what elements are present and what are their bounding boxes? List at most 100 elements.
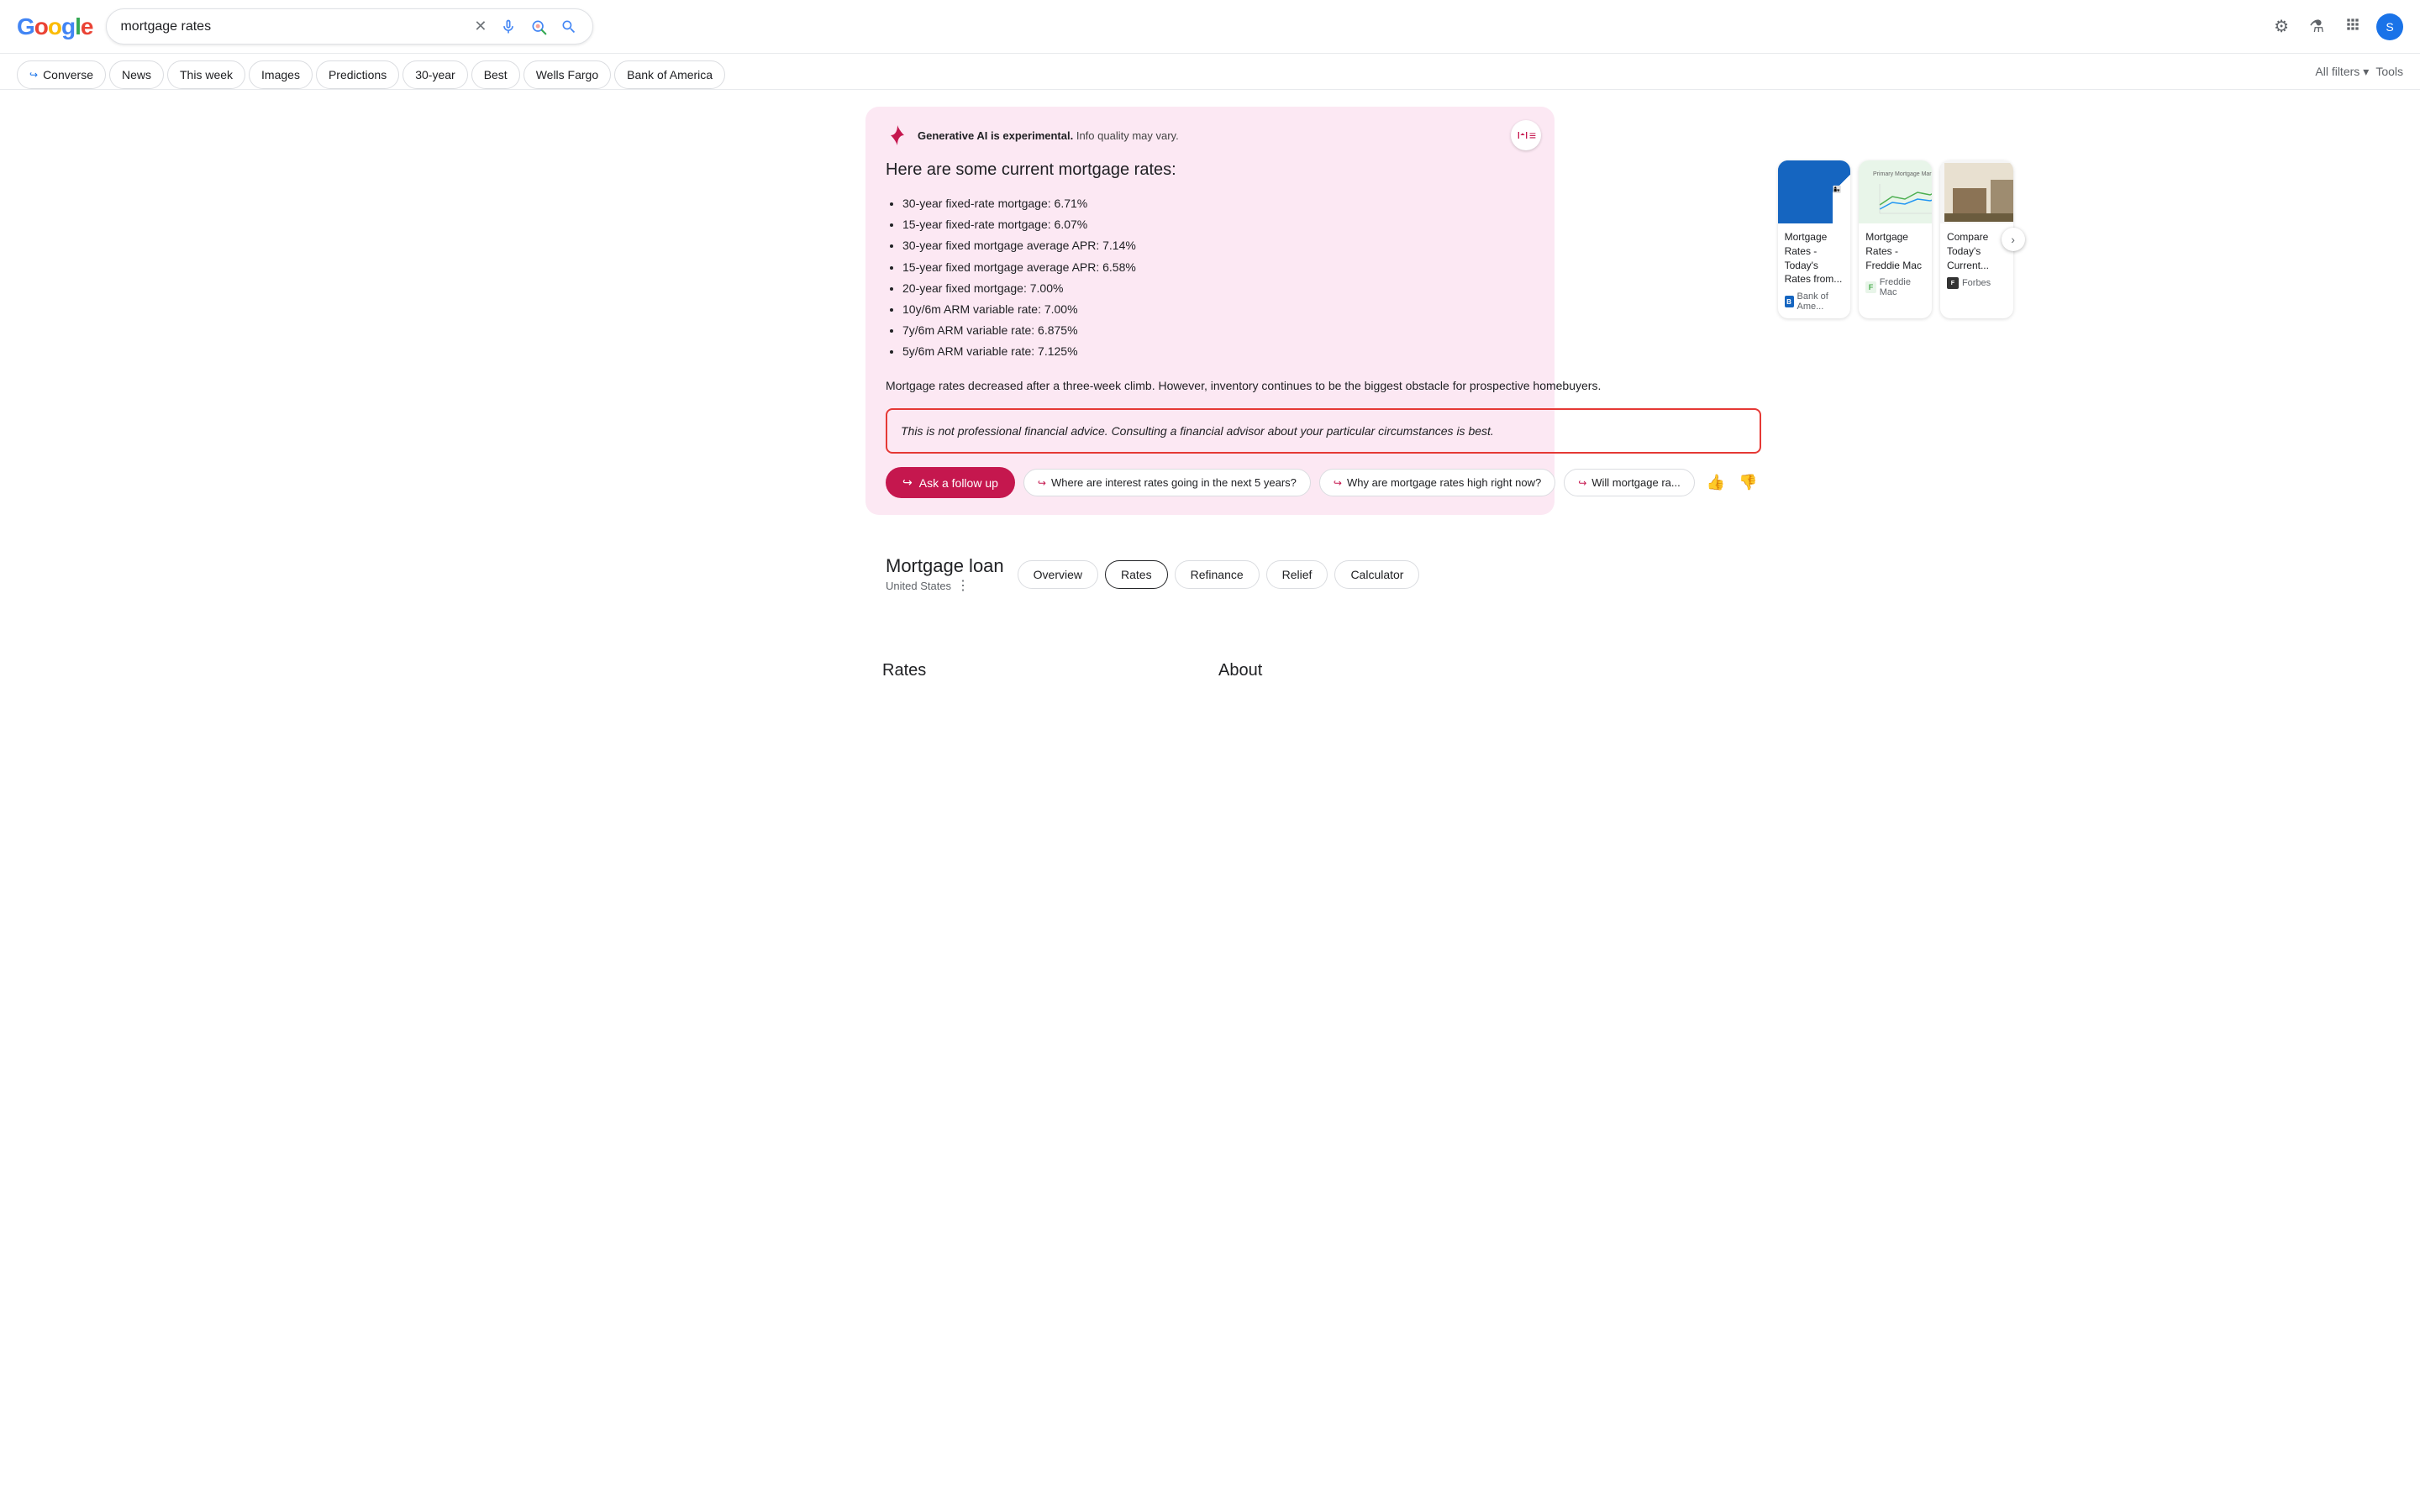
list-item: 15-year fixed mortgage average APR: 6.58… <box>902 257 1761 278</box>
bank-thumbnail-icon: 👩‍👧 <box>1807 173 1851 211</box>
follow-up-arrow-icon: ↪ <box>902 475 913 490</box>
mortgage-tabs: Overview Rates Refinance Relief Calculat… <box>1018 560 1420 589</box>
tab-calculator[interactable]: Calculator <box>1334 560 1419 589</box>
source-cards: 👩‍👧 Mortgage Rates - Today's Rates from.… <box>1778 160 2013 318</box>
feedback-buttons: 👍 👎 <box>1703 470 1761 495</box>
ai-summary-text: Mortgage rates decreased after a three-w… <box>886 376 1761 395</box>
thumbs-down-button[interactable]: 👎 <box>1735 470 1760 495</box>
tab-overview[interactable]: Overview <box>1018 560 1098 589</box>
header-right: ⚙ ⚗ S <box>2269 11 2403 43</box>
source-card-body-1: Mortgage Rates - Today's Rates from... B… <box>1778 223 1851 318</box>
tab-news[interactable]: News <box>109 60 164 89</box>
source-card-meta-3: F Forbes <box>1947 277 2007 289</box>
apps-button[interactable] <box>2339 11 2366 43</box>
suggestion-arrow-icon-3: ↪ <box>1578 477 1586 489</box>
tab-rates[interactable]: Rates <box>1105 560 1168 589</box>
tab-30-year[interactable]: 30-year <box>402 60 467 89</box>
ai-expand-button[interactable]: ≡ <box>1511 120 1541 150</box>
source-cards-row: 👩‍👧 Mortgage Rates - Today's Rates from.… <box>1778 160 2013 318</box>
source-cards-next-button[interactable]: › <box>2002 228 2025 251</box>
ai-body: Here are some current mortgage rates: 30… <box>886 160 1534 498</box>
about-section-title: About <box>1218 661 1538 680</box>
ai-financial-disclaimer: This is not professional financial advic… <box>886 408 1761 454</box>
google-logo[interactable]: Google <box>17 13 92 40</box>
clear-button[interactable]: ✕ <box>472 16 488 37</box>
tab-bank-of-america[interactable]: Bank of America <box>614 60 725 89</box>
list-item: 15-year fixed-rate mortgage: 6.07% <box>902 214 1761 235</box>
mortgage-title: Mortgage loan <box>886 555 1004 577</box>
tab-images[interactable]: Images <box>249 60 313 89</box>
labs-button[interactable]: ⚗ <box>2304 11 2329 42</box>
source-card-body-2: Mortgage Rates - Freddie Mac F Freddie M… <box>1859 223 1932 304</box>
list-item: 5y/6m ARM variable rate: 7.125% <box>902 341 1761 362</box>
forbes-favicon: F <box>1947 277 1959 289</box>
rates-bottom-section: Rates <box>882 648 1202 697</box>
lens-icon <box>530 18 547 35</box>
tab-filters: All filters ▾ Tools <box>2315 65 2403 86</box>
ai-disclaimer-note: Generative AI is experimental. Info qual… <box>918 129 1179 142</box>
source-card-freddie-mac[interactable]: Primary Mortgage Market Survey® Mortgage… <box>1859 160 1932 318</box>
source-card-meta-2: F Freddie Mac <box>1865 277 1925 297</box>
source-card-title-3: Compare Today's Current... <box>1947 230 2007 272</box>
lens-button[interactable] <box>529 17 549 37</box>
ai-title: Here are some current mortgage rates: <box>886 160 1761 180</box>
header: Google ✕ <box>0 0 2420 54</box>
mortgage-more-options-button[interactable]: ⋮ <box>956 577 970 594</box>
tab-wells-fargo[interactable]: Wells Fargo <box>523 60 611 89</box>
search-submit-button[interactable] <box>559 17 579 37</box>
forbes-thumbnail-svg <box>1944 163 2013 222</box>
mortgage-section: Mortgage loan United States ⋮ Overview R… <box>865 535 1555 631</box>
ai-panel: Generative AI is experimental. Info qual… <box>865 107 1555 515</box>
mortgage-header: Mortgage loan United States ⋮ Overview R… <box>886 555 1534 594</box>
suggestion-pill-1[interactable]: ↪ Where are interest rates going in the … <box>1023 469 1311 496</box>
freddie-favicon: F <box>1865 281 1876 293</box>
ai-rates-list: 30-year fixed-rate mortgage: 6.71% 15-ye… <box>886 193 1761 363</box>
tab-best[interactable]: Best <box>471 60 520 89</box>
ai-header: Generative AI is experimental. Info qual… <box>886 123 1534 147</box>
tab-refinance[interactable]: Refinance <box>1175 560 1260 589</box>
all-filters-button[interactable]: All filters ▾ <box>2315 65 2369 79</box>
source-card-thumbnail-3 <box>1940 160 2013 223</box>
about-section: About <box>1218 648 1538 697</box>
apps-icon <box>2344 16 2361 33</box>
mic-button[interactable] <box>498 17 518 37</box>
ai-logo-icon <box>886 123 909 147</box>
search-input[interactable] <box>120 19 464 34</box>
bank-favicon: B <box>1785 296 1794 307</box>
chevron-down-icon: ▾ <box>2363 65 2369 79</box>
thumbs-up-button[interactable]: 👍 <box>1703 470 1728 495</box>
avatar[interactable]: S <box>2376 13 2403 40</box>
mortgage-title-group: Mortgage loan United States ⋮ <box>886 555 1004 594</box>
tools-button[interactable]: Tools <box>2375 65 2403 78</box>
converse-arrow-icon: ↪ <box>29 69 38 81</box>
list-item: 20-year fixed mortgage: 7.00% <box>902 278 1761 299</box>
tab-relief[interactable]: Relief <box>1266 560 1328 589</box>
ask-follow-up-button[interactable]: ↪ Ask a follow up <box>886 467 1015 498</box>
list-item: 30-year fixed-rate mortgage: 6.71% <box>902 193 1761 214</box>
source-card-meta-1: B Bank of Ame... <box>1785 291 1844 312</box>
search-bar-container: ✕ <box>106 8 593 45</box>
source-card-title-2: Mortgage Rates - Freddie Mac <box>1865 230 1925 272</box>
expand-icon <box>1516 129 1529 142</box>
follow-up-section: ↪ Ask a follow up ↪ Where are interest r… <box>886 467 1761 498</box>
source-card-thumbnail-1: 👩‍👧 <box>1778 160 1851 223</box>
suggestion-pill-3[interactable]: ↪ Will mortgage ra... <box>1564 469 1695 496</box>
freddie-chart-icon: Primary Mortgage Market Survey® <box>1871 167 1932 218</box>
mortgage-subtitle: United States ⋮ <box>886 577 1004 594</box>
settings-button[interactable]: ⚙ <box>2269 11 2294 42</box>
suggestion-arrow-icon-2: ↪ <box>1334 477 1342 489</box>
tab-converse[interactable]: ↪ Converse <box>17 60 106 89</box>
tab-this-week[interactable]: This week <box>167 60 245 89</box>
source-card-title-1: Mortgage Rates - Today's Rates from... <box>1785 230 1844 286</box>
suggestion-pill-2[interactable]: ↪ Why are mortgage rates high right now? <box>1319 469 1555 496</box>
svg-text:👩‍👧: 👩‍👧 <box>1833 185 1841 193</box>
rates-section-title: Rates <box>882 661 1202 680</box>
search-tabs: ↪ Converse News This week Images Predict… <box>0 54 2420 90</box>
mic-icon <box>500 18 517 35</box>
search-icons: ✕ <box>472 16 579 37</box>
source-card-thumbnail-2: Primary Mortgage Market Survey® <box>1859 160 1932 223</box>
search-icon <box>560 18 577 35</box>
tab-predictions[interactable]: Predictions <box>316 60 399 89</box>
list-item: 30-year fixed mortgage average APR: 7.14… <box>902 235 1761 256</box>
source-card-bank-of-america[interactable]: 👩‍👧 Mortgage Rates - Today's Rates from.… <box>1778 160 1851 318</box>
